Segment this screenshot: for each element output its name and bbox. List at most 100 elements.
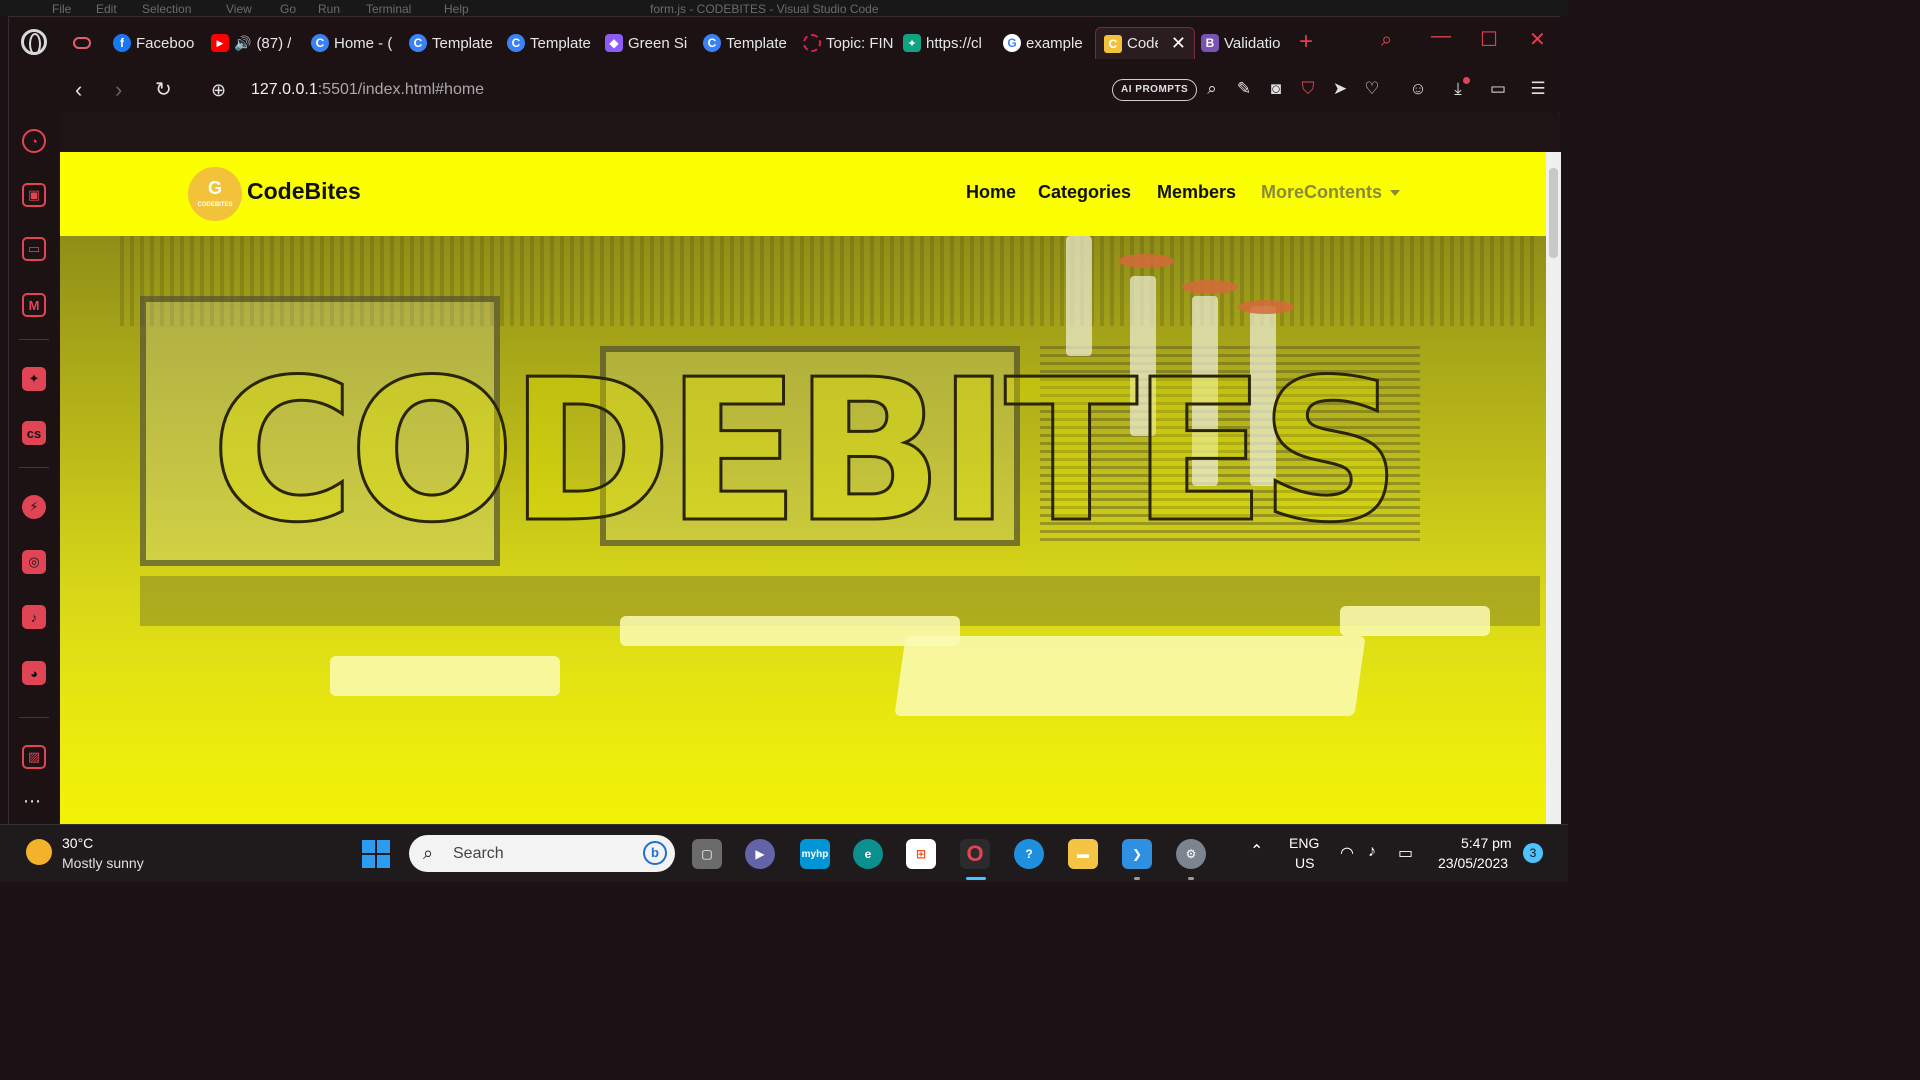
zoom-icon[interactable]: ⌕ — [1202, 79, 1222, 99]
edit-icon[interactable]: ✎ — [1234, 79, 1254, 99]
wifi-icon[interactable]: ◠ — [1340, 843, 1354, 863]
tab-topic[interactable]: Topic: FIN — [803, 27, 895, 59]
more-options-icon[interactable]: ⋯ — [23, 791, 41, 812]
nav-dropdown-morecontents[interactable]: MoreContents — [1261, 182, 1400, 203]
maximize-icon[interactable]: ☐ — [1480, 27, 1498, 52]
heart-icon[interactable]: ♡ — [1362, 79, 1382, 99]
opera-icon[interactable]: O — [960, 839, 990, 869]
settings-icon[interactable]: ⚙ — [1176, 839, 1206, 869]
minimize-icon[interactable]: — — [1431, 25, 1451, 48]
camera-icon[interactable]: ◙ — [1266, 79, 1286, 99]
edge-icon[interactable]: e — [853, 839, 883, 869]
clock-time[interactable]: 5:47 pm — [1461, 835, 1512, 851]
instagram-icon[interactable]: ◎ — [22, 550, 46, 574]
ai-prompts-button[interactable]: AI PROMPTS — [1112, 79, 1198, 101]
volume-icon[interactable]: ♪ — [1368, 843, 1376, 861]
tab-canva-home[interactable]: C Home - ( — [311, 27, 403, 59]
speaker-icon: 🔊 — [234, 34, 252, 51]
messenger-icon[interactable]: ⚡ — [22, 495, 46, 519]
close-window-icon[interactable]: ✕ — [1529, 27, 1546, 52]
opera-menu-icon[interactable] — [21, 29, 47, 55]
clock-date[interactable]: 23/05/2023 — [1438, 855, 1508, 871]
tab-label: Faceboo — [136, 34, 195, 52]
chatgpt-sidebar-icon[interactable]: ✦ — [22, 367, 46, 391]
battery-saver-icon[interactable]: ▭ — [1488, 79, 1508, 99]
new-tab-icon[interactable]: + — [1299, 30, 1313, 54]
weather-temperature[interactable]: 30°C — [62, 835, 93, 851]
tab-green-site[interactable]: ◆ Green Si — [605, 27, 697, 59]
site-logo[interactable]: G CODEBITES — [188, 167, 242, 221]
profile-icon[interactable]: ☺ — [1408, 79, 1428, 99]
twitch-icon[interactable]: ▭ — [22, 237, 46, 261]
chatgpt-icon: ✦ — [903, 34, 921, 52]
notification-badge[interactable]: 3 — [1523, 843, 1543, 863]
nav-link-home[interactable]: Home — [966, 182, 1016, 203]
bing-icon[interactable]: b — [643, 841, 667, 865]
nav-link-categories[interactable]: Categories — [1038, 182, 1131, 203]
download-badge — [1463, 77, 1470, 84]
nav-link-members[interactable]: Members — [1157, 182, 1236, 203]
vscode-menu-view[interactable]: View — [226, 2, 252, 16]
tab-codebites-active[interactable]: C Code ✕ — [1095, 27, 1195, 59]
shopping-bag-icon[interactable]: ▣ — [22, 183, 46, 207]
vscode-menu-selection[interactable]: Selection — [142, 2, 191, 16]
store-icon[interactable]: ⊞ — [906, 839, 936, 869]
tiktok-icon[interactable]: ♪ — [22, 605, 46, 629]
scrollbar-thumb[interactable] — [1549, 168, 1558, 258]
vscode-icon[interactable]: ❯ — [1122, 839, 1152, 869]
tab-canva-template-2[interactable]: C Template — [507, 27, 599, 59]
easy-setup-icon[interactable]: ☰ — [1528, 79, 1548, 99]
canva-icon: C — [311, 34, 329, 52]
page-scrollbar[interactable] — [1546, 152, 1561, 825]
send-icon[interactable]: ➤ — [1330, 79, 1350, 99]
myhp-icon[interactable]: myhp — [800, 839, 830, 869]
language-top[interactable]: ENG — [1289, 835, 1319, 851]
task-view-icon[interactable]: ▢ — [692, 839, 722, 869]
language-bottom[interactable]: US — [1295, 855, 1314, 871]
back-icon[interactable]: ‹ — [75, 79, 82, 101]
brand-name[interactable]: CodeBites — [247, 178, 361, 205]
forward-icon[interactable]: › — [115, 79, 122, 101]
start-icon[interactable] — [362, 840, 390, 868]
ai-chip-icon[interactable]: M — [22, 293, 46, 317]
search-icon: ⌕ — [423, 843, 434, 863]
vscode-menu-file[interactable]: File — [52, 2, 71, 16]
logo-small-text: CODEBITES — [197, 202, 233, 208]
weather-condition[interactable]: Mostly sunny — [62, 855, 144, 871]
help-icon[interactable]: ? — [1014, 839, 1044, 869]
explorer-icon[interactable]: ▬ — [1068, 839, 1098, 869]
gallery-icon[interactable]: ▨ — [22, 745, 46, 769]
tab-label: Validatio — [1224, 34, 1281, 52]
vscode-menu-help[interactable]: Help — [444, 2, 469, 16]
vscode-menu-run[interactable]: Run — [318, 2, 340, 16]
vscode-menu-edit[interactable]: Edit — [96, 2, 117, 16]
tab-validation[interactable]: B Validatio — [1201, 27, 1289, 59]
vscode-menu-go[interactable]: Go — [280, 2, 296, 16]
tab-label: Topic: FIN — [826, 34, 894, 52]
close-tab-icon[interactable]: ✕ — [1171, 33, 1186, 54]
search-tabs-icon[interactable]: ⌕ — [1381, 29, 1392, 52]
tray-chevron-up-icon[interactable]: ⌃ — [1250, 841, 1263, 861]
shield-icon[interactable]: ⛉ — [1298, 79, 1318, 99]
vscode-menu-terminal[interactable]: Terminal — [366, 2, 411, 16]
globe-icon[interactable]: ⊕ — [211, 79, 226, 101]
url-field[interactable]: 127.0.0.1:5501/index.html#home — [251, 81, 484, 99]
hero-bg-table — [330, 656, 560, 696]
taskbar-search[interactable]: ⌕ Search b — [409, 835, 675, 872]
weather-icon[interactable] — [26, 839, 52, 865]
tab-facebook[interactable]: f Faceboo — [113, 27, 203, 59]
tab-chatgpt[interactable]: ✦ https://cl — [903, 27, 995, 59]
hero-bg-lamp — [1182, 280, 1238, 294]
teams-icon[interactable]: ▶ — [745, 839, 775, 869]
tab-canva-template-3[interactable]: C Template — [703, 27, 795, 59]
reload-icon[interactable]: ↻ — [155, 79, 172, 101]
tab-canva-template-1[interactable]: C Template — [409, 27, 501, 59]
tab-label: Template — [432, 34, 493, 52]
speed-dial-icon[interactable]: ◔ — [22, 129, 46, 153]
gamepad-icon[interactable] — [73, 37, 91, 49]
tab-youtube[interactable]: ▶ 🔊 (87) / — [211, 27, 303, 59]
tab-google[interactable]: G example — [1003, 27, 1091, 59]
chatsonic-icon[interactable]: cs — [22, 421, 46, 445]
discord-icon[interactable]: ◕ — [22, 661, 46, 685]
battery-icon[interactable]: ▭ — [1398, 843, 1413, 863]
